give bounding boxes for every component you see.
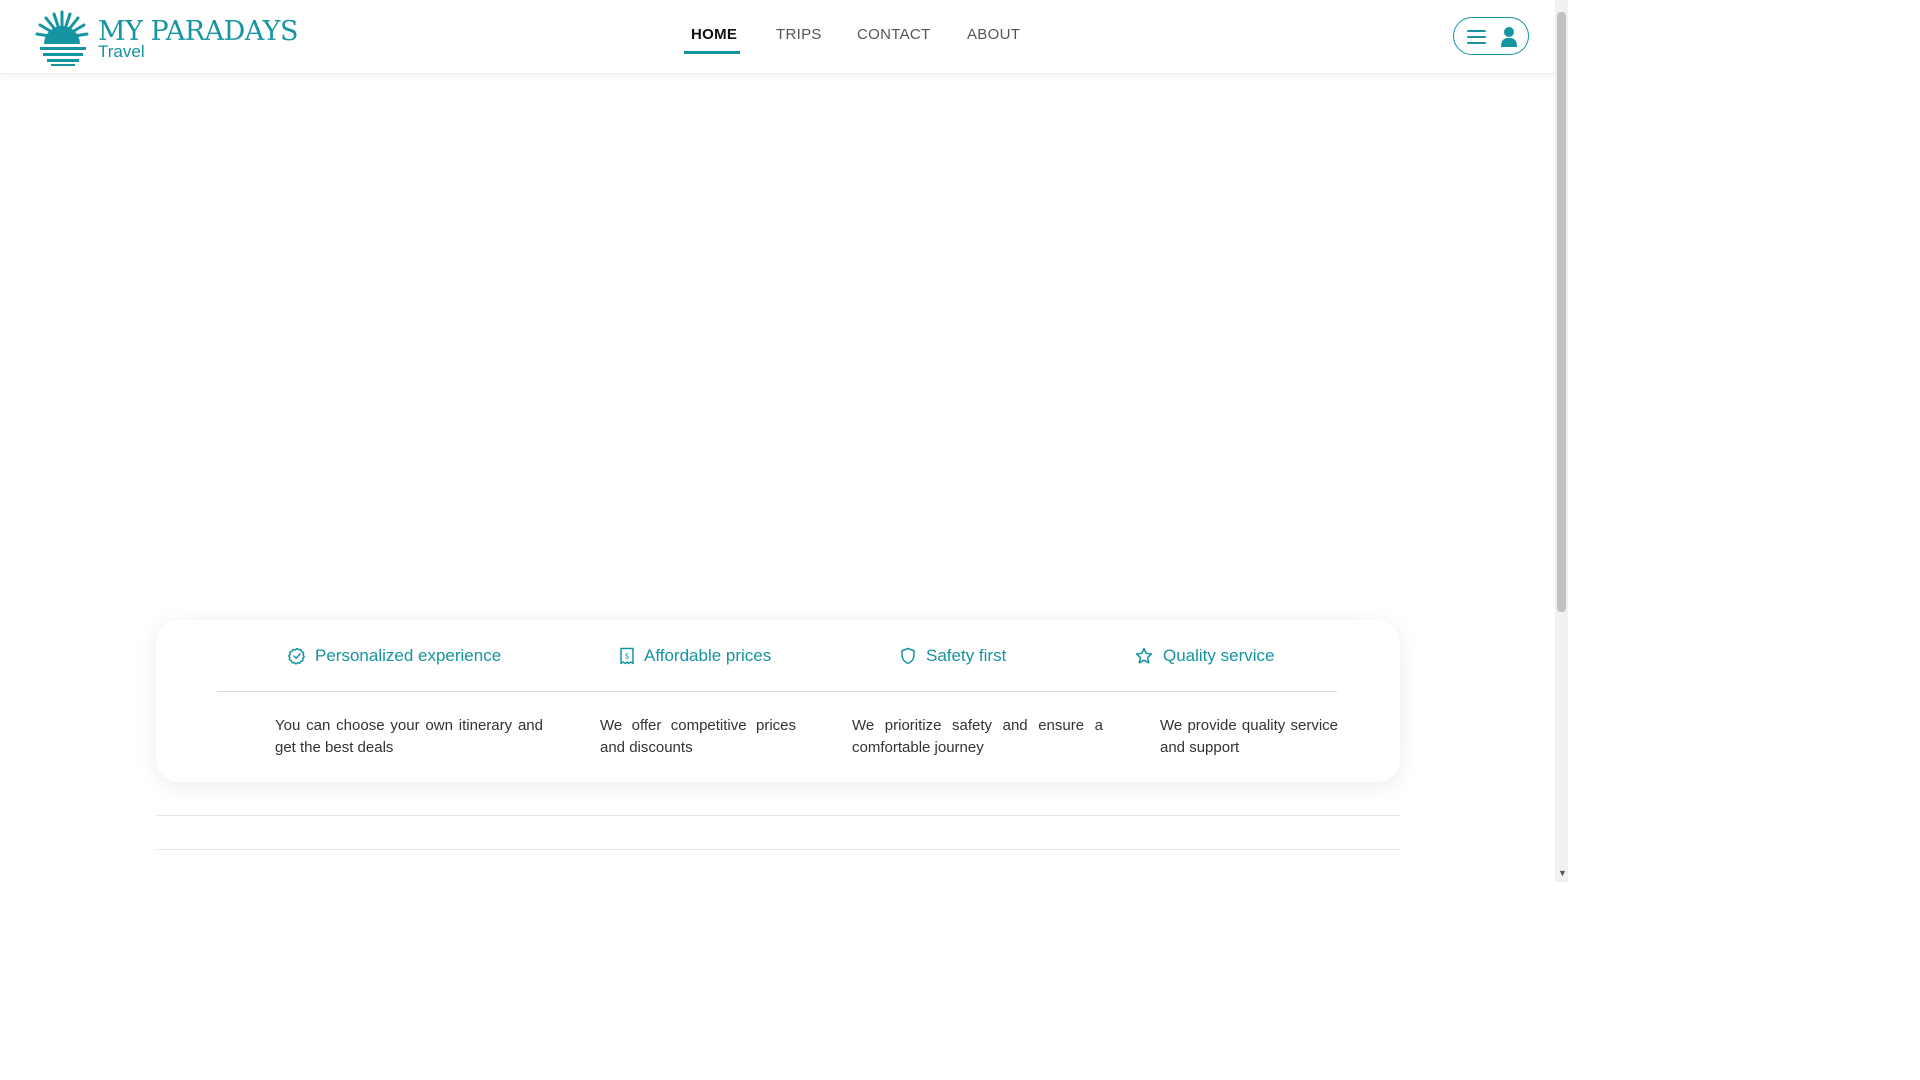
nav-trips[interactable]: TRIPS (776, 26, 822, 43)
features-card: Personalized experience $ Affordable pri… (156, 620, 1400, 782)
page: MY PARADAYS Travel HOME TRIPS CONTACT AB… (0, 0, 1555, 882)
features-divider (217, 691, 1337, 692)
shield-icon (901, 647, 915, 665)
receipt-icon: $ (620, 647, 634, 665)
feature-desc-safety: We prioritize safety and ensure a comfor… (852, 717, 1103, 756)
feature-title-safety: Safety first (899, 646, 1006, 666)
svg-text:$: $ (625, 651, 630, 660)
sun-logo-icon (35, 10, 89, 66)
feature-title-text: Personalized experience (315, 646, 502, 665)
feature-title-text: Quality service (1163, 646, 1275, 665)
section-divider (156, 849, 1400, 850)
nav-home[interactable]: HOME (691, 26, 737, 43)
user-menu-button[interactable] (1453, 17, 1529, 55)
page-scrollbar[interactable]: ▼ (1555, 0, 1568, 882)
scroll-down-arrow-icon[interactable]: ▼ (1558, 868, 1567, 878)
feature-title-affordable: $ Affordable prices (619, 646, 771, 666)
site-header: MY PARADAYS Travel HOME TRIPS CONTACT AB… (0, 0, 1555, 74)
feature-desc-quality: We provide quality service and support (1160, 717, 1338, 756)
nav-about[interactable]: ABOUT (967, 26, 1020, 43)
feature-title-personalized: Personalized experience (288, 646, 501, 666)
feature-desc-personalized: You can choose your own itinerary and ge… (275, 717, 543, 756)
brand-logo[interactable]: MY PARADAYS Travel (34, 8, 298, 66)
feature-title-text: Safety first (926, 646, 1007, 665)
feature-title-quality: Quality service (1134, 646, 1274, 666)
nav-contact[interactable]: CONTACT (857, 26, 930, 43)
scrollbar-thumb[interactable] (1557, 12, 1566, 612)
feature-desc-affordable: We offer competitive prices and discount… (600, 717, 796, 756)
brand-tagline: Travel (98, 42, 145, 61)
badge-check-icon (288, 647, 305, 665)
hamburger-menu-icon (1467, 30, 1486, 44)
nav-active-indicator (684, 51, 740, 54)
section-divider (156, 815, 1400, 816)
user-icon (1501, 27, 1517, 47)
feature-title-text: Affordable prices (644, 646, 772, 665)
star-icon (1135, 647, 1153, 664)
